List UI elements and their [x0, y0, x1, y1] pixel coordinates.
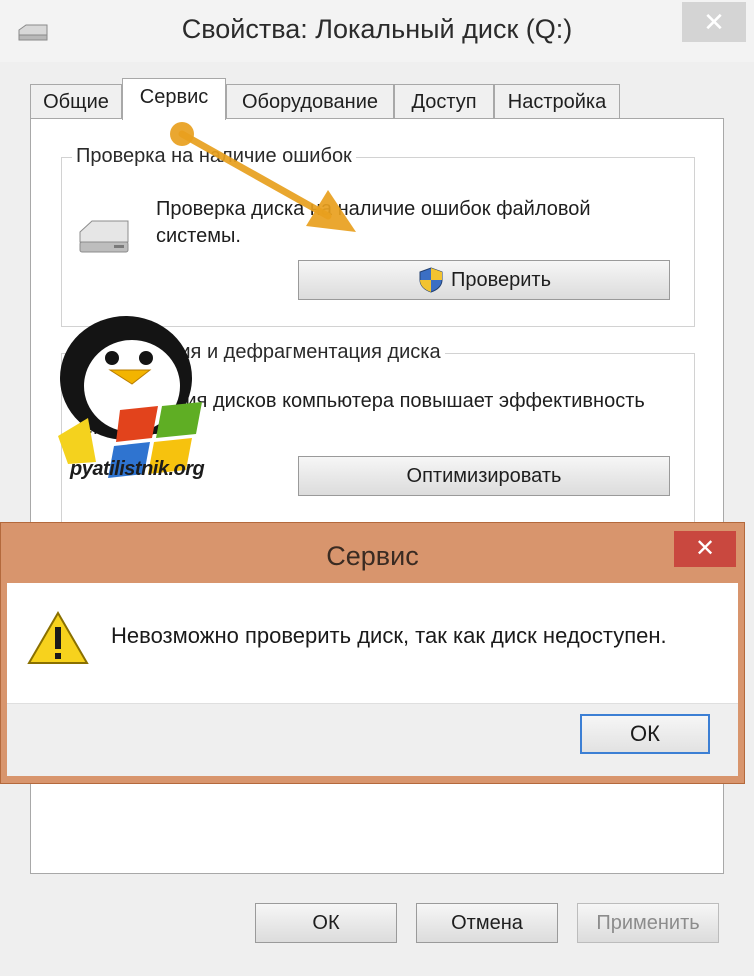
- check-button[interactable]: Проверить: [298, 260, 670, 300]
- cancel-button[interactable]: Отмена: [416, 903, 558, 943]
- close-button[interactable]: ✕: [682, 2, 746, 42]
- dialog-ok-button[interactable]: ОК: [580, 714, 710, 754]
- apply-button[interactable]: Применить: [577, 903, 719, 943]
- pointer-arrow: [170, 122, 356, 232]
- tab-service[interactable]: Сервис: [122, 78, 226, 120]
- warning-icon: [27, 611, 89, 664]
- tab-customize[interactable]: Настройка: [494, 84, 620, 118]
- watermark-text: pyatilistnik.org: [70, 458, 205, 480]
- window-title: Свойства: Локальный диск (Q:): [181, 14, 573, 44]
- dialog-title: Сервис: [326, 541, 419, 571]
- title-bar: Свойства: Локальный диск (Q:) ✕: [0, 0, 754, 62]
- check-button-label: Проверить: [450, 268, 552, 291]
- drive-icon: [79, 220, 129, 253]
- optimize-button[interactable]: Оптимизировать: [298, 456, 670, 496]
- error-dialog: Сервис ✕ Невозможно проверить диск, так …: [0, 522, 745, 784]
- tab-general[interactable]: Общие: [30, 84, 122, 118]
- tab-sharing[interactable]: Доступ: [394, 84, 494, 118]
- dialog-body: Невозможно проверить диск, так как диск …: [7, 583, 738, 703]
- ok-button[interactable]: ОК: [255, 903, 397, 943]
- dialog-message: Невозможно проверить диск, так как диск …: [111, 623, 667, 648]
- dialog-footer: ОК: [7, 703, 738, 776]
- optimize-button-label: Оптимизировать: [406, 464, 562, 487]
- dialog-close-button[interactable]: ✕: [674, 531, 736, 567]
- uac-shield-icon: [419, 267, 443, 293]
